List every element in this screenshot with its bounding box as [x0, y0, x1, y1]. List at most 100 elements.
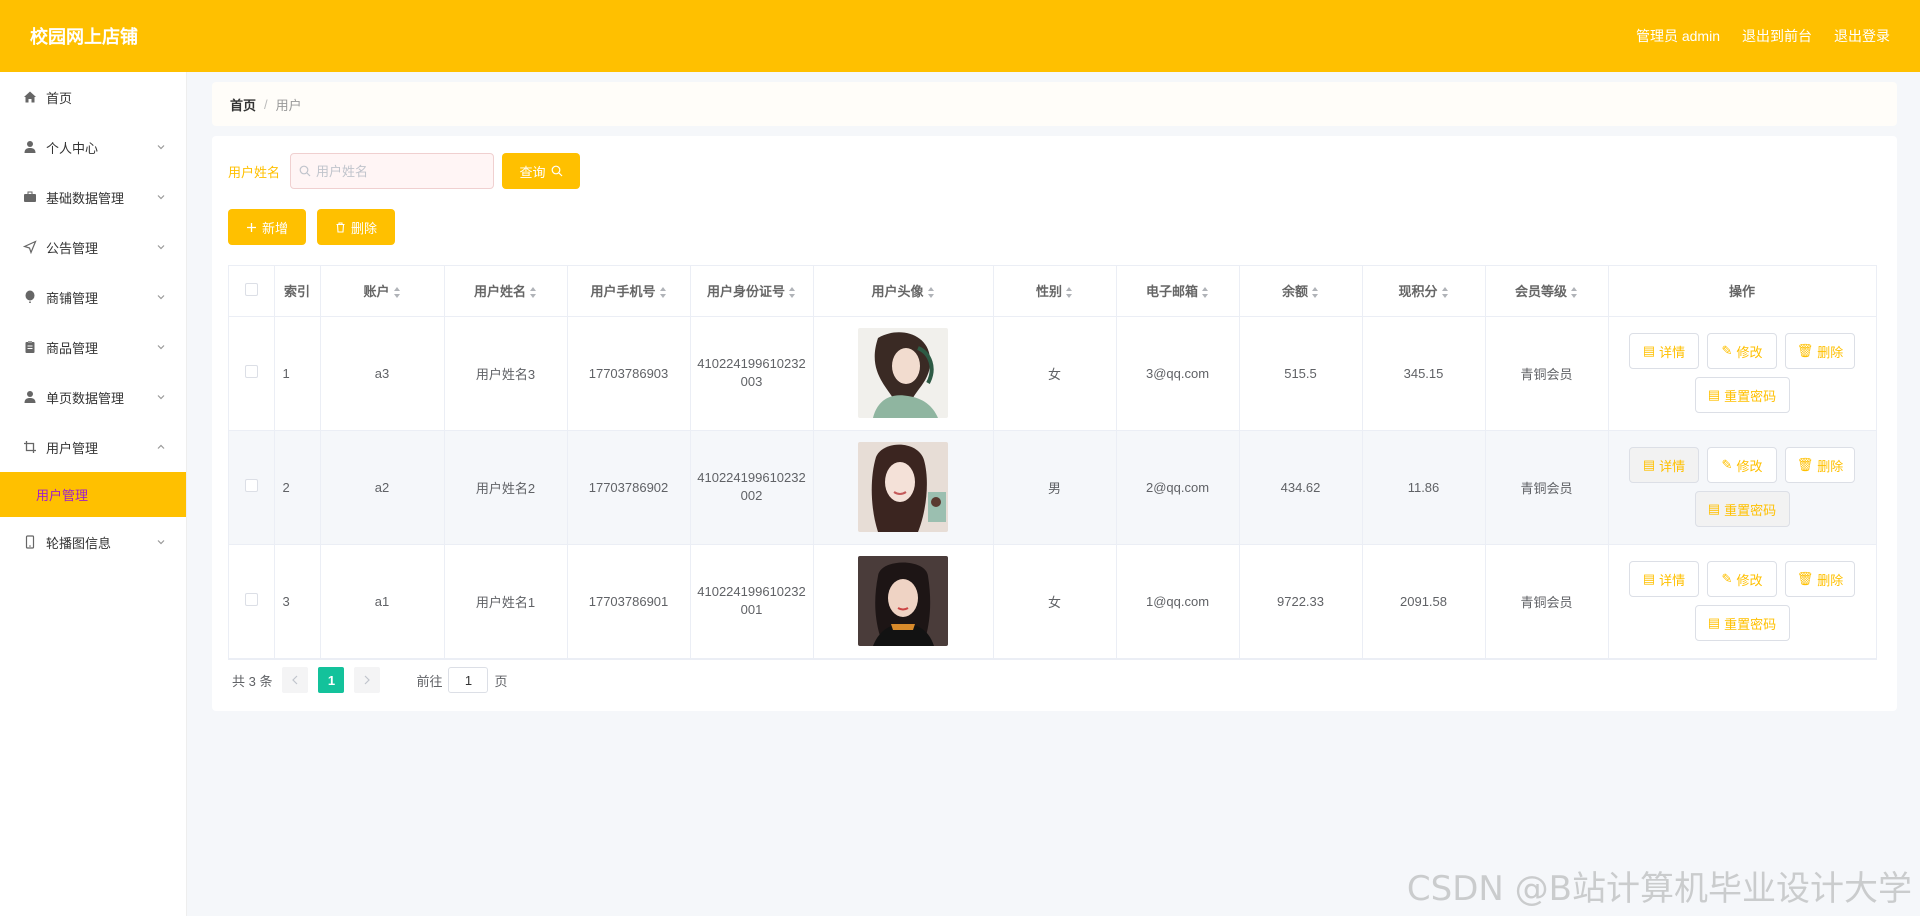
sidebar-item-shop[interactable]: 商铺管理 — [0, 272, 186, 322]
logout-link[interactable]: 退出登录 — [1834, 26, 1890, 46]
edit-button-label: 修改 — [1736, 344, 1763, 360]
search-icon — [551, 165, 562, 177]
page-number[interactable]: 1 — [318, 667, 345, 693]
detail-button-label: 详情 — [1659, 572, 1686, 588]
sort-icon[interactable] — [1066, 287, 1073, 299]
prev-page-button[interactable] — [282, 667, 309, 693]
query-button-label: 查询 — [519, 164, 546, 180]
sort-icon[interactable] — [1571, 287, 1578, 299]
edit-button[interactable]: ✎ 修改 — [1707, 333, 1777, 369]
sidebar-item-personal[interactable]: 个人中心 — [0, 122, 186, 172]
cell-account: a3 — [320, 316, 445, 431]
cell-email: 1@qq.com — [1116, 544, 1240, 659]
column-header[interactable]: 现积分 — [1362, 266, 1486, 317]
detail-button[interactable]: ▤ 详情 — [1629, 333, 1699, 369]
sort-icon[interactable] — [1312, 287, 1319, 299]
column-header[interactable]: 性别 — [993, 266, 1117, 317]
query-button[interactable]: 查询 — [502, 153, 581, 189]
cell-phone: 17703786903 — [567, 316, 691, 431]
edit-button[interactable]: ✎ 修改 — [1707, 447, 1777, 483]
next-page-button[interactable] — [354, 667, 381, 693]
delete-button[interactable]: 🗑 删除 — [1785, 447, 1855, 483]
admin-label[interactable]: 管理员 admin — [1636, 26, 1720, 46]
cell-index: 1 — [274, 316, 321, 431]
column-header[interactable]: 余额 — [1239, 266, 1363, 317]
sort-icon[interactable] — [927, 287, 935, 299]
goto-page-input[interactable] — [448, 667, 489, 693]
detail-button-label: 详情 — [1659, 344, 1686, 360]
watermark: CSDN @B站计算机毕业设计大学 — [1406, 869, 1912, 909]
reset-password-label: 重置密码 — [1724, 388, 1777, 404]
search-field[interactable] — [290, 153, 495, 189]
sort-icon[interactable] — [1441, 287, 1449, 299]
search-label: 用户姓名 — [228, 164, 281, 180]
sidebar-item-label: 商铺管理 — [46, 290, 99, 306]
batch-delete-button[interactable]: 删除 — [317, 209, 395, 245]
row-select-cell — [229, 316, 275, 431]
send-icon — [22, 239, 38, 255]
row-checkbox[interactable] — [244, 593, 258, 606]
sidebar-item-label: 首页 — [46, 90, 73, 106]
avatar[interactable] — [858, 328, 948, 418]
column-header[interactable]: 会员等级 — [1485, 266, 1609, 317]
sidebar-item-home[interactable]: 首页 — [0, 72, 186, 122]
reset-password-button[interactable]: ▤ 重置密码 — [1694, 605, 1790, 641]
cell-account: a2 — [320, 430, 445, 545]
delete-button[interactable]: 🗑 删除 — [1785, 333, 1855, 369]
delete-button[interactable]: 🗑 删除 — [1785, 561, 1855, 597]
column-header-label: 性别 — [1035, 284, 1062, 300]
column-header-label: 现积分 — [1398, 284, 1438, 300]
detail-button[interactable]: ▤ 详情 — [1629, 447, 1699, 483]
chevron-down-icon — [157, 395, 165, 400]
sort-icon[interactable] — [659, 287, 667, 299]
cell-name: 用户姓名1 — [444, 544, 568, 659]
column-header[interactable]: 电子邮箱 — [1116, 266, 1240, 317]
sidebar-item-single-page[interactable]: 单页数据管理 — [0, 372, 186, 422]
sidebar-item-user-mgmt[interactable]: 用户管理 — [0, 422, 186, 472]
sidebar-item-carousel[interactable]: 轮播图信息 — [0, 517, 186, 567]
cell-phone: 17703786901 — [567, 544, 691, 659]
avatar[interactable] — [858, 442, 948, 532]
sort-icon[interactable] — [789, 287, 796, 299]
cell-email: 3@qq.com — [1116, 316, 1240, 431]
sort-icon[interactable] — [530, 287, 537, 299]
cell-balance: 434.62 — [1239, 430, 1363, 545]
cell-level: 青铜会员 — [1485, 544, 1609, 659]
select-all-checkbox[interactable] — [244, 282, 258, 296]
column-header[interactable]: 用户姓名 — [444, 266, 568, 317]
reset-password-button[interactable]: ▤ 重置密码 — [1694, 491, 1790, 527]
column-header-label: 操作 — [1728, 284, 1755, 300]
row-checkbox[interactable] — [244, 365, 258, 378]
add-button-label: 新增 — [261, 220, 288, 236]
reset-password-button[interactable]: ▤ 重置密码 — [1694, 377, 1790, 413]
doc-icon: ▤ — [1642, 457, 1656, 472]
delete-button-label: 删除 — [1817, 458, 1844, 474]
detail-button[interactable]: ▤ 详情 — [1629, 561, 1699, 597]
breadcrumb-home[interactable]: 首页 — [230, 95, 256, 114]
top-header: 校园网上店铺 管理员 admin 退出到前台 退出登录 — [0, 0, 1920, 72]
table-row: 2 a2 用户姓名2 17703786902 41022419961023200… — [229, 430, 1877, 545]
back-to-front-link[interactable]: 退出到前台 — [1742, 26, 1812, 46]
sidebar-item-goods[interactable]: 商品管理 — [0, 322, 186, 372]
column-header[interactable]: 用户手机号 — [567, 266, 691, 317]
column-header-label: 用户身份证号 — [706, 284, 785, 300]
sidebar-subitem-user-mgmt[interactable]: 用户管理 — [0, 472, 186, 517]
sort-icon[interactable] — [1202, 287, 1209, 299]
cell-points: 11.86 — [1362, 430, 1486, 545]
breadcrumb: 首页 / 用户 — [212, 82, 1897, 126]
row-checkbox[interactable] — [244, 479, 258, 492]
search-input[interactable] — [316, 163, 487, 179]
sidebar-item-basic-data[interactable]: 基础数据管理 — [0, 172, 186, 222]
sort-icon[interactable] — [393, 287, 401, 299]
cell-avatar — [813, 544, 994, 659]
add-button[interactable]: 新增 — [228, 209, 306, 245]
column-header[interactable]: 账户 — [320, 266, 445, 317]
sidebar-item-notice[interactable]: 公告管理 — [0, 222, 186, 272]
sidebar-item-label: 用户管理 — [46, 440, 99, 456]
column-header[interactable]: 用户身份证号 — [690, 266, 814, 317]
doc-icon: ▤ — [1642, 571, 1656, 586]
avatar[interactable] — [858, 556, 948, 646]
column-header[interactable]: 用户头像 — [813, 266, 994, 317]
edit-button[interactable]: ✎ 修改 — [1707, 561, 1777, 597]
cell-name: 用户姓名3 — [444, 316, 568, 431]
